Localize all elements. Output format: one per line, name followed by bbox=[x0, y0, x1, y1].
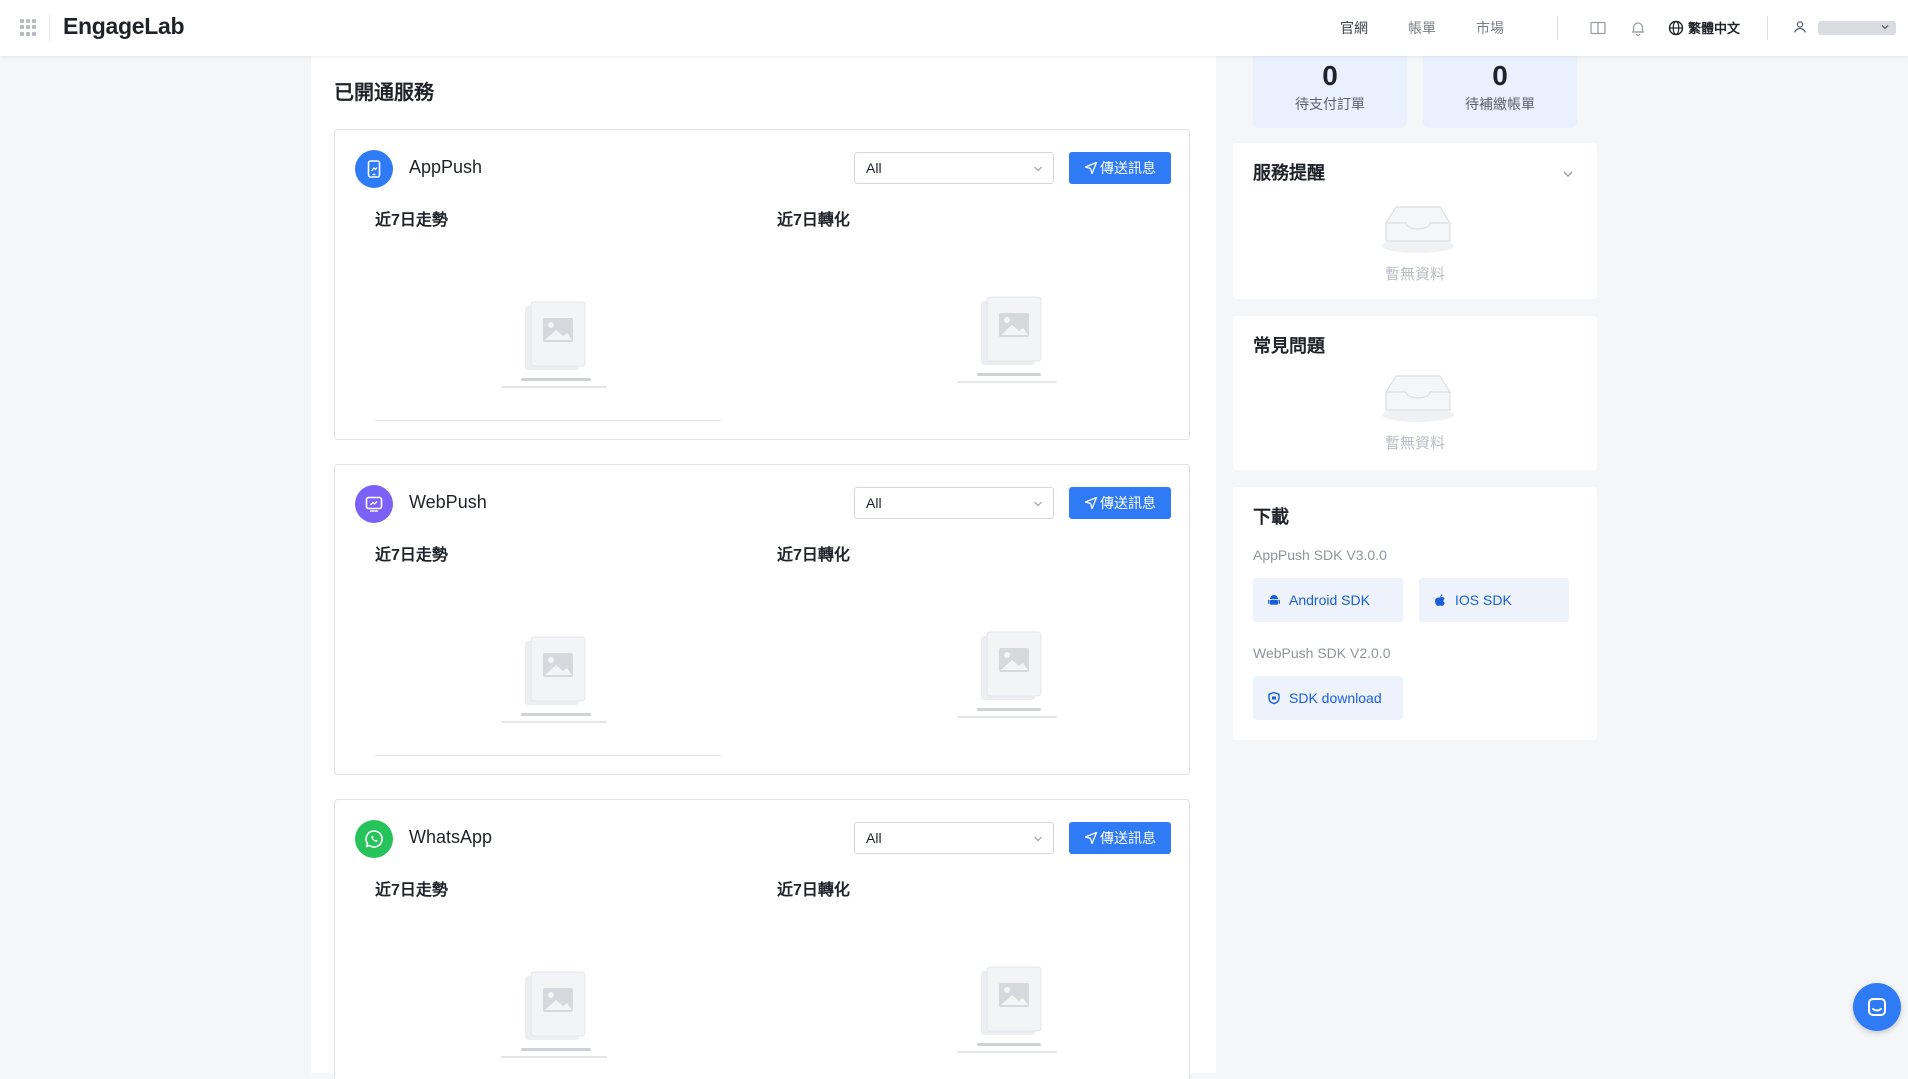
send-message-label: 傳送訊息 bbox=[1100, 160, 1156, 176]
kpi-label: 待支付訂單 bbox=[1295, 96, 1365, 112]
divider bbox=[1557, 16, 1558, 40]
top-nav-links: 官網 帳單 市場 bbox=[1340, 0, 1544, 56]
nav-link-website[interactable]: 官網 bbox=[1340, 18, 1368, 38]
service-name: WhatsApp bbox=[409, 827, 493, 847]
empty-chart-image-icon bbox=[501, 636, 607, 723]
android-sdk-button[interactable]: Android SDK bbox=[1253, 578, 1403, 622]
send-message-button[interactable]: 傳送訊息 bbox=[1069, 152, 1171, 184]
service-card-webpush: WebPush All 傳送訊息 近7日走勢 近7日轉化 bbox=[334, 464, 1190, 775]
webpush-sdk-version: WebPush SDK V2.0.0 bbox=[1253, 645, 1391, 661]
empty-box-icon bbox=[1382, 206, 1454, 253]
conversion-label: 近7日轉化 bbox=[777, 882, 850, 899]
conversion-label: 近7日轉化 bbox=[777, 547, 850, 564]
service-card-apppush: AppPush All 傳送訊息 近7日走勢 近7日轉化 bbox=[334, 129, 1190, 440]
trend-label: 近7日走勢 bbox=[375, 882, 448, 899]
ios-sdk-button[interactable]: IOS SDK bbox=[1419, 578, 1569, 622]
trend-label: 近7日走勢 bbox=[375, 212, 448, 229]
webpush-icon bbox=[355, 485, 393, 523]
send-icon bbox=[1084, 831, 1098, 845]
card-title: 服務提醒 bbox=[1253, 163, 1325, 183]
service-filter-select[interactable]: All bbox=[854, 487, 1054, 519]
language-label: 繁體中文 bbox=[1688, 21, 1741, 36]
card-title: 下載 bbox=[1253, 507, 1289, 527]
android-sdk-label: Android SDK bbox=[1289, 592, 1370, 608]
globe-icon bbox=[1668, 20, 1684, 35]
chevron-down-icon bbox=[1034, 501, 1042, 507]
shield-icon bbox=[1268, 691, 1280, 705]
chevron-down-icon[interactable] bbox=[1561, 167, 1575, 181]
card-title: 常見問題 bbox=[1253, 336, 1325, 356]
kpi-label: 待補繳帳單 bbox=[1465, 96, 1535, 112]
chat-support-button[interactable] bbox=[1853, 983, 1901, 1031]
chart-baseline bbox=[375, 755, 721, 756]
empty-box-icon bbox=[1382, 375, 1454, 422]
divider bbox=[49, 15, 50, 41]
service-name: WebPush bbox=[409, 492, 487, 512]
chevron-down-icon bbox=[1034, 836, 1042, 842]
send-message-label: 傳送訊息 bbox=[1100, 495, 1156, 511]
kpi-value: 0 bbox=[1492, 60, 1508, 91]
kpi-pending-orders[interactable]: 0 待支付訂單 bbox=[1253, 56, 1407, 128]
chevron-down-icon[interactable] bbox=[1880, 22, 1890, 32]
send-icon bbox=[1084, 496, 1098, 510]
faq-card: 常見問題 暫無資料 bbox=[1233, 316, 1597, 470]
select-value: All bbox=[866, 495, 882, 511]
language-selector[interactable]: 繁體中文 bbox=[1668, 18, 1740, 37]
select-value: All bbox=[866, 160, 882, 176]
select-value: All bbox=[866, 830, 882, 846]
top-navigation-bar: EngageLab 官網 帳單 市場 繁體中文 bbox=[0, 0, 1908, 56]
service-filter-select[interactable]: All bbox=[854, 822, 1054, 854]
trend-label: 近7日走勢 bbox=[375, 547, 448, 564]
section-title: 已開通服務 bbox=[334, 82, 434, 104]
divider bbox=[1767, 16, 1768, 40]
book-icon[interactable] bbox=[1589, 19, 1607, 37]
kpi-pending-bills[interactable]: 0 待補繳帳單 bbox=[1423, 56, 1577, 128]
service-filter-select[interactable]: All bbox=[854, 152, 1054, 184]
whatsapp-icon bbox=[355, 820, 393, 858]
empty-chart-image-icon bbox=[957, 631, 1057, 718]
empty-chart-image-icon bbox=[501, 301, 607, 388]
service-card-whatsapp: WhatsApp All 傳送訊息 近7日走勢 近7日轉化 bbox=[334, 799, 1190, 1079]
send-message-label: 傳送訊息 bbox=[1100, 830, 1156, 846]
nav-link-market[interactable]: 市場 bbox=[1476, 18, 1504, 38]
chat-icon bbox=[1868, 998, 1886, 1016]
apppush-icon bbox=[355, 150, 393, 188]
chart-baseline bbox=[375, 420, 721, 421]
send-message-button[interactable]: 傳送訊息 bbox=[1069, 822, 1171, 854]
empty-chart-image-icon bbox=[501, 971, 607, 1058]
service-name: AppPush bbox=[409, 157, 483, 177]
nav-link-billing[interactable]: 帳單 bbox=[1408, 18, 1436, 38]
empty-chart-image-icon bbox=[957, 966, 1057, 1053]
kpi-value: 0 bbox=[1322, 60, 1338, 91]
conversion-label: 近7日轉化 bbox=[777, 212, 850, 229]
service-reminders-card: 服務提醒 暫無資料 bbox=[1233, 143, 1597, 299]
empty-text: 暫無資料 bbox=[1384, 266, 1445, 283]
empty-text: 暫無資料 bbox=[1384, 435, 1445, 452]
ios-sdk-label: IOS SDK bbox=[1455, 592, 1512, 608]
send-message-button[interactable]: 傳送訊息 bbox=[1069, 487, 1171, 519]
empty-chart-image-icon bbox=[957, 296, 1057, 383]
send-icon bbox=[1084, 161, 1098, 175]
sdk-download-label: SDK download bbox=[1289, 690, 1382, 706]
apple-icon bbox=[1435, 594, 1445, 606]
download-card: 下載 AppPush SDK V3.0.0 Android SDK IOS SD… bbox=[1233, 487, 1597, 740]
android-icon bbox=[1268, 595, 1280, 605]
opened-services-panel: 已開通服務 AppPush All 傳送訊息 近7日走勢 近7日轉化 WebPu… bbox=[311, 56, 1216, 1079]
user-icon[interactable] bbox=[1793, 20, 1807, 34]
app-logo[interactable]: EngageLab bbox=[63, 13, 185, 40]
apps-grid-icon[interactable] bbox=[20, 19, 37, 36]
bell-icon[interactable] bbox=[1629, 19, 1647, 37]
apppush-sdk-version: AppPush SDK V3.0.0 bbox=[1253, 547, 1387, 563]
sdk-download-button[interactable]: SDK download bbox=[1253, 676, 1403, 720]
chevron-down-icon bbox=[1034, 166, 1042, 172]
